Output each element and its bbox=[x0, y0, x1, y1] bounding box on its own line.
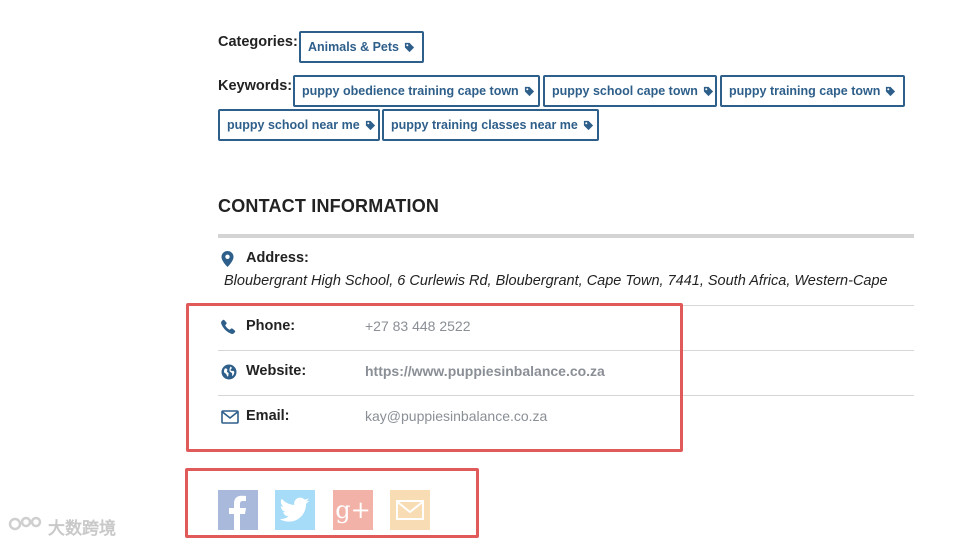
watermark-logo-icon bbox=[8, 515, 44, 538]
address-label: Address: bbox=[246, 250, 309, 266]
title-divider bbox=[218, 234, 914, 238]
tag-icon bbox=[404, 42, 415, 53]
category-tag-label: Animals & Pets bbox=[308, 40, 400, 54]
keyword-tag-label: puppy school cape town bbox=[552, 84, 698, 98]
twitter-icon[interactable] bbox=[275, 490, 315, 530]
keyword-tag-label: puppy obedience training cape town bbox=[302, 84, 519, 98]
keyword-tag-label: puppy training cape town bbox=[729, 84, 881, 98]
keyword-tag-puppy-school-near-me[interactable]: puppy school near me bbox=[218, 109, 380, 141]
keyword-tag-puppy-training-classes-near-me[interactable]: puppy training classes near me bbox=[382, 109, 599, 141]
tag-icon bbox=[365, 120, 376, 131]
keyword-tag-puppy-training-cape-town[interactable]: puppy training cape town bbox=[720, 75, 905, 107]
keyword-tag-puppy-obedience-training-cape-town[interactable]: puppy obedience training cape town bbox=[293, 75, 540, 107]
keyword-tag-puppy-school-cape-town[interactable]: puppy school cape town bbox=[543, 75, 717, 107]
highlight-box-contact bbox=[186, 303, 683, 452]
tag-icon bbox=[524, 86, 535, 97]
keyword-tag-label: puppy training classes near me bbox=[391, 118, 578, 132]
tag-icon bbox=[583, 120, 594, 131]
category-tag-animals-pets[interactable]: Animals & Pets bbox=[299, 31, 425, 63]
watermark: 大数跨境 bbox=[8, 514, 116, 539]
google-plus-icon[interactable]: g+ bbox=[333, 490, 373, 530]
address-value: Bloubergrant High School, 6 Curlewis Rd,… bbox=[224, 273, 888, 289]
categories-label: Categories: bbox=[218, 34, 298, 50]
tag-icon bbox=[885, 86, 896, 97]
keyword-tag-label: puppy school near me bbox=[227, 118, 360, 132]
tag-icon bbox=[703, 86, 714, 97]
watermark-text: 大数跨境 bbox=[48, 519, 116, 538]
keywords-label: Keywords: bbox=[218, 78, 293, 94]
facebook-icon[interactable] bbox=[218, 490, 258, 530]
email-share-icon[interactable] bbox=[390, 490, 430, 530]
google-plus-glyph: g+ bbox=[335, 496, 371, 524]
contact-section-title: CONTACT INFORMATION bbox=[218, 196, 440, 216]
map-pin-icon bbox=[221, 251, 234, 267]
